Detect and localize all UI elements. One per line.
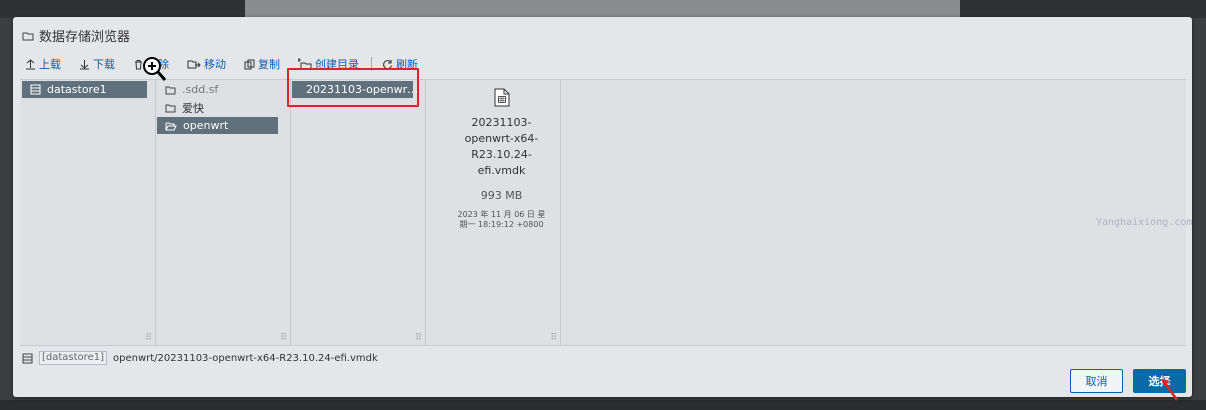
- datastore-item[interactable]: datastore1: [22, 81, 147, 98]
- upload-button[interactable]: 上载: [25, 56, 61, 72]
- folder-label: .sdd.sf: [182, 83, 219, 96]
- move-icon: [187, 60, 201, 68]
- dialog-title-text: 数据存储浏览器: [39, 30, 131, 45]
- detail-file-size: 993 MB: [480, 189, 523, 202]
- watermark: Yanghaixiong.com: [1096, 217, 1193, 228]
- path-text: openwrt/20231103-openwrt-x64-R23.10.24-e…: [112, 352, 378, 364]
- datastore-icon: [22, 353, 33, 363]
- zoom-cursor-icon: [143, 57, 167, 81]
- move-button[interactable]: 移动: [187, 56, 226, 72]
- upload-icon: [26, 58, 35, 69]
- datastore-icon: [30, 84, 41, 95]
- datastore-column: datastore1 ⠿: [20, 80, 156, 345]
- download-icon: [80, 59, 89, 69]
- folder-icon: [22, 32, 34, 40]
- red-arrow-pointer-icon: [1161, 379, 1179, 401]
- download-label: 下载: [93, 58, 115, 71]
- cancel-button[interactable]: 取消: [1070, 369, 1123, 393]
- column-resize-handle[interactable]: ⠿: [280, 334, 287, 343]
- folder-item[interactable]: 爱快: [157, 99, 204, 116]
- folder-label: 爱快: [182, 101, 204, 115]
- path-bar: [datastore1] openwrt/20231103-openwrt-x6…: [22, 350, 378, 366]
- copy-label: 复制: [258, 58, 280, 71]
- folder-icon: [165, 86, 176, 94]
- annotation-highlight-box: [287, 68, 419, 107]
- file-column: 20231103-openwr… ⠿: [290, 80, 426, 345]
- folder-item[interactable]: openwrt: [157, 117, 278, 134]
- path-datastore-tag: [datastore1]: [39, 351, 107, 365]
- dialog-title: 数据存储浏览器: [22, 26, 130, 45]
- open-folder-icon: [165, 122, 177, 130]
- detail-file-name: 20231103-openwrt-x64-R23.10.24-efi.vmdk: [464, 116, 539, 177]
- column-resize-handle[interactable]: ⠿: [550, 334, 557, 343]
- folder-column: .sdd.sf 爱快 openwrt ⠿: [155, 80, 291, 345]
- background-strip: [245, 0, 960, 18]
- copy-icon: [244, 59, 255, 69]
- upload-label: 上载: [39, 58, 61, 71]
- background-bottom-bar: [0, 400, 1206, 410]
- folder-label: openwrt: [183, 119, 229, 132]
- file-details: 20231103-openwrt-x64-R23.10.24-efi.vmdk …: [435, 80, 568, 230]
- file-browser-panel: datastore1 ⠿ .sdd.sf 爱快 openwrt ⠿ 202311…: [20, 79, 1192, 346]
- vmdk-file-icon: [494, 88, 510, 107]
- folder-icon: [165, 104, 176, 112]
- detail-modified-date: 2023 年 11 月 06 日 星期一 18:19:12 +0800: [457, 210, 546, 229]
- download-button[interactable]: 下载: [79, 56, 115, 72]
- datastore-label: datastore1: [47, 83, 107, 96]
- datastore-browser-dialog: 数据存储浏览器 上载 下载 删除 移动 复制 创建目录 刷新: [13, 17, 1192, 397]
- column-resize-handle[interactable]: ⠿: [145, 334, 152, 343]
- move-label: 移动: [204, 58, 226, 71]
- copy-button[interactable]: 复制: [244, 56, 280, 72]
- column-resize-handle[interactable]: ⠿: [415, 334, 422, 343]
